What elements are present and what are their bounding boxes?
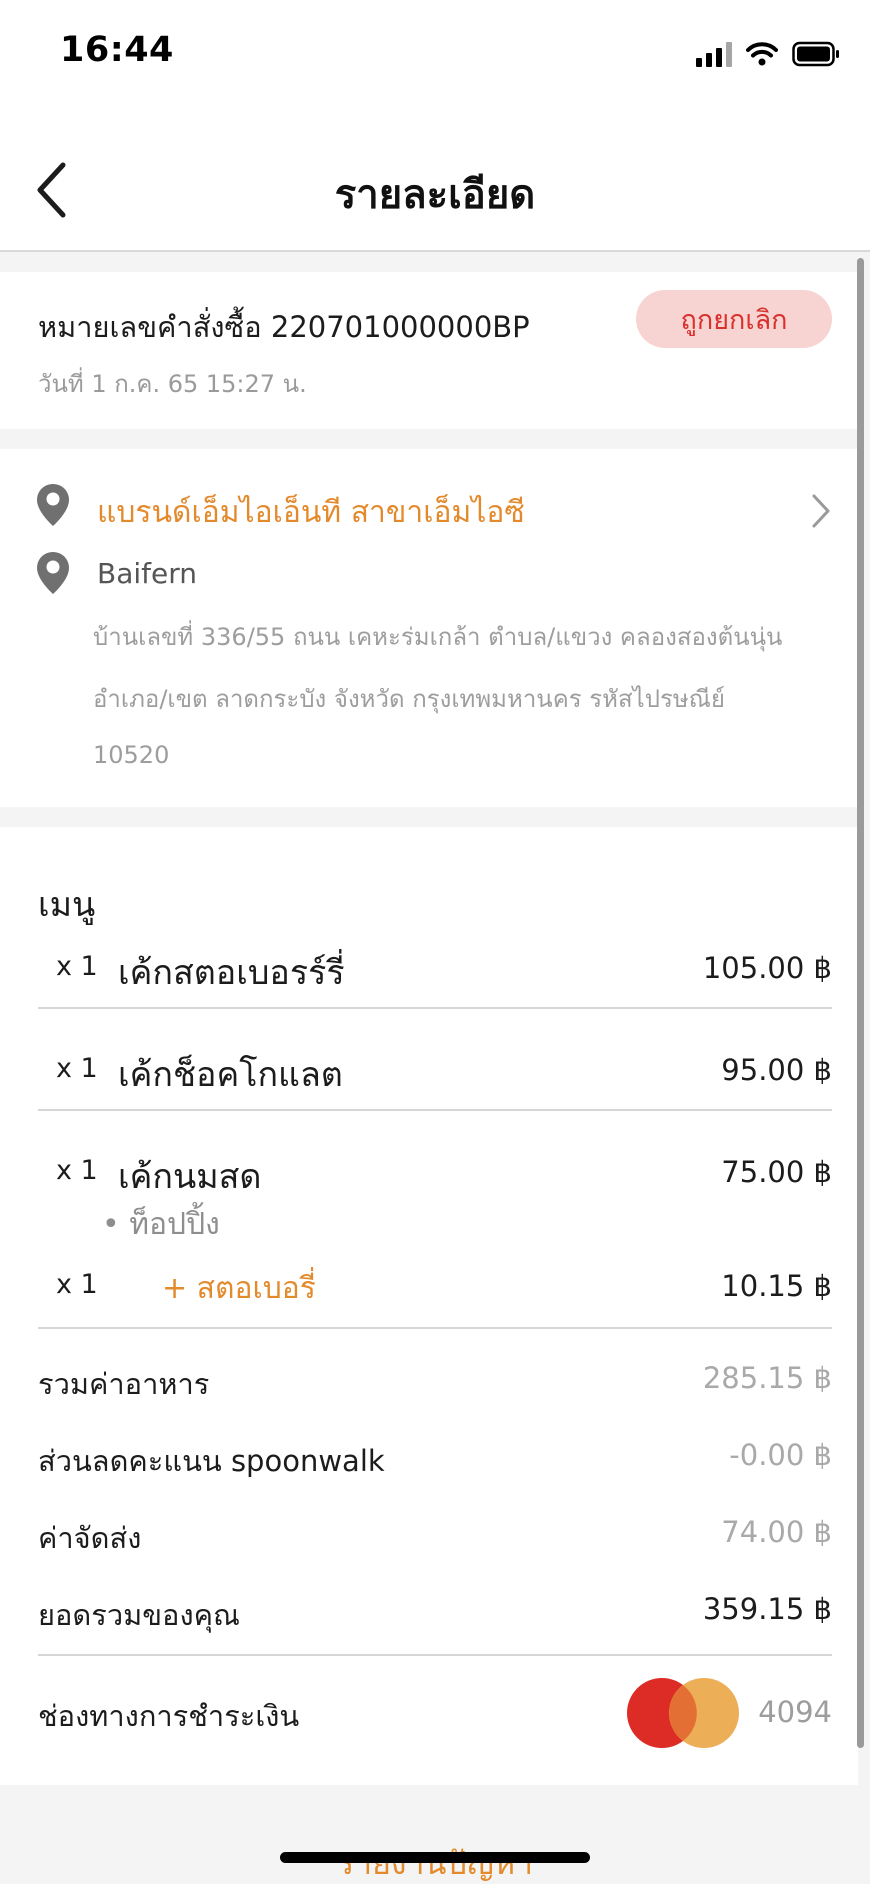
item-price: 75.00 ฿ (721, 1155, 832, 1189)
payment-method-label: ช่องทางการชำระเงิน (38, 1699, 300, 1733)
address-line: บ้านเลขที่ 336/55 ถนน เคหะร่มเกล้า ตำบล/… (93, 623, 783, 651)
topping-quantity: x 1 (56, 1269, 98, 1300)
chevron-right-icon (812, 494, 830, 528)
location-pin-icon (37, 484, 69, 526)
status-icons (696, 38, 840, 70)
store-row[interactable]: แบรนด์เอ็มไอเอ็นที สาขาเอ็มไอซี (0, 479, 858, 539)
order-info-card: หมายเลขคำสั่งซื้อ 220701000000BP วันที่ … (0, 272, 858, 429)
discount-value: -0.00 ฿ (729, 1438, 832, 1472)
food-total-row: รวมค่าอาหาร 285.15 ฿ (38, 1361, 832, 1405)
topping-item: x 1 + สตอเบอรี่ 10.15 ฿ (38, 1263, 832, 1313)
topping-name: + สตอเบอรี่ (162, 1271, 316, 1306)
discount-row: ส่วนลดคะแนน spoonwalk -0.00 ฿ (38, 1438, 832, 1482)
menu-item: x 1 เค้กนมสด 75.00 ฿ (38, 1143, 832, 1203)
page-title: รายละเอียด (334, 172, 536, 218)
nav-bar: รายละเอียด (0, 110, 870, 252)
home-indicator (280, 1852, 590, 1863)
signal-icon (696, 41, 732, 67)
status-time: 16:44 (60, 30, 174, 70)
battery-icon (792, 41, 839, 67)
address-line: 10520 (93, 741, 170, 769)
divider (38, 1109, 832, 1111)
food-total-label: รวมค่าอาหาร (38, 1367, 210, 1401)
payment-method-row: ช่องทางการชำระเงิน 4094 (38, 1673, 832, 1753)
grand-total-value: 359.15 ฿ (702, 1592, 832, 1626)
topping-heading: • ท็อปปิ้ง (102, 1207, 220, 1242)
divider (38, 1007, 832, 1009)
menu-item: x 1 เค้กช็อคโกแลต 95.00 ฿ (38, 1041, 832, 1101)
status-bar: 16:44 (0, 0, 870, 110)
item-name: เค้กนมสด (118, 1157, 262, 1197)
grand-total-label: ยอดรวมของคุณ (38, 1598, 240, 1632)
location-pin-icon (37, 552, 69, 594)
item-quantity: x 1 (56, 951, 98, 982)
wifi-icon (746, 42, 778, 66)
card-last4: 4094 (758, 1695, 832, 1729)
topping-price: 10.15 ฿ (721, 1269, 832, 1303)
delivery-fee-value: 74.00 ฿ (721, 1515, 832, 1549)
delivery-fee-row: ค่าจัดส่ง 74.00 ฿ (38, 1515, 832, 1559)
item-price: 95.00 ฿ (721, 1053, 832, 1087)
address-card: แบรนด์เอ็มไอเอ็นที สาขาเอ็มไอซี Baifern … (0, 449, 858, 807)
menu-card: เมนู x 1 เค้กสตอเบอรร์รี่ 105.00 ฿ x 1 เ… (0, 827, 858, 1785)
delivery-fee-label: ค่าจัดส่ง (38, 1521, 142, 1555)
item-price: 105.00 ฿ (702, 951, 832, 985)
customer-name: Baifern (97, 557, 197, 590)
order-detail-screen: 16:44 รายละเอียด หมายเลขคำสั่งซื้อ 22070… (0, 0, 870, 1884)
order-number: หมายเลขคำสั่งซื้อ 220701000000BP (38, 310, 530, 344)
item-quantity: x 1 (56, 1053, 98, 1084)
order-date: วันที่ 1 ก.ค. 65 15:27 น. (38, 370, 307, 398)
store-name: แบรนด์เอ็มไอเอ็นที สาขาเอ็มไอซี (97, 495, 525, 530)
divider (38, 1654, 832, 1656)
discount-label: ส่วนลดคะแนน spoonwalk (38, 1444, 385, 1478)
item-name: เค้กสตอเบอรร์รี่ (118, 953, 345, 993)
item-name: เค้กช็อคโกแลต (118, 1055, 343, 1095)
mastercard-icon (627, 1678, 739, 1748)
grand-total-row: ยอดรวมของคุณ 359.15 ฿ (38, 1592, 832, 1636)
status-badge: ถูกยกเลิก (636, 290, 832, 348)
food-total-value: 285.15 ฿ (702, 1361, 832, 1395)
divider (38, 1327, 832, 1329)
item-quantity: x 1 (56, 1155, 98, 1186)
menu-heading: เมนู (38, 885, 96, 925)
menu-item: x 1 เค้กสตอเบอรร์รี่ 105.00 ฿ (38, 939, 832, 999)
scrollbar[interactable] (857, 258, 864, 1748)
address-line: อำเภอ/เขต ลาดกระบัง จังหวัด กรุงเทพมหานค… (93, 685, 725, 713)
